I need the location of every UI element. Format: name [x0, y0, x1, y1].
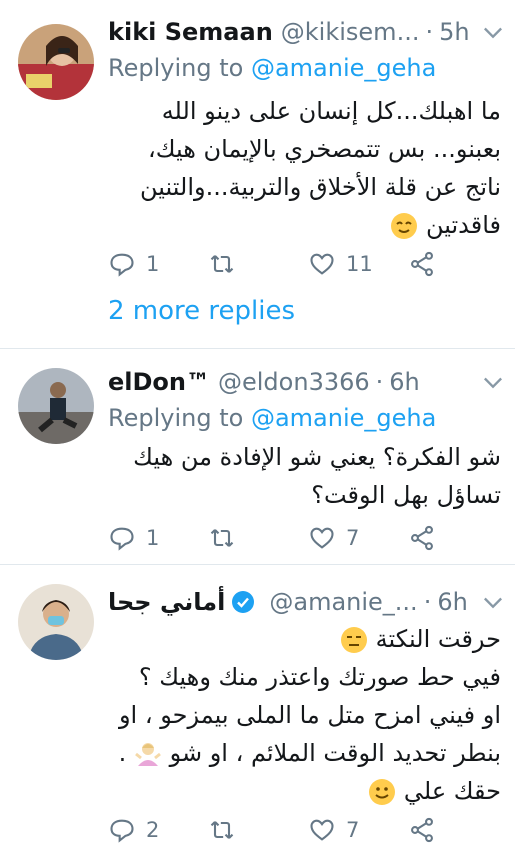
share-icon — [411, 251, 433, 277]
tweet-line: فيي حط صورتك واعتذر منك وهيك ؟ — [138, 663, 501, 691]
heart-icon — [310, 527, 334, 549]
share-button[interactable] — [408, 524, 436, 552]
retweet-button[interactable] — [208, 816, 246, 844]
reply-button[interactable]: 2 — [108, 816, 159, 844]
tweet-line: بنطر تحديد الوقت الملائم ، او شو . — [118, 739, 501, 767]
reply-button[interactable]: 1 — [108, 250, 159, 278]
heart-icon — [310, 253, 334, 275]
tweet-actions: 1 11 — [108, 250, 488, 286]
share-icon — [411, 525, 433, 551]
replying-to: Replying to @amanie_geha — [108, 54, 436, 82]
divider — [0, 348, 515, 349]
tweet-text: ما اهبلك...كل إنسان على دينو الله بعبنو.… — [108, 92, 501, 244]
retweet-icon — [210, 255, 234, 273]
tweet-header: elDon™ @eldon3366 · 6h — [108, 364, 503, 400]
tweet-text: شو الفكرة؟ يعني شو الإفادة من هيك تساؤل … — [108, 438, 501, 514]
chevron-down-icon[interactable] — [479, 18, 507, 46]
user-handle[interactable]: @amanie_... — [269, 588, 417, 616]
tweet-actions: 1 7 — [108, 524, 488, 560]
reply-count: 1 — [146, 526, 160, 550]
divider — [0, 564, 515, 565]
share-button[interactable] — [408, 250, 436, 278]
reply-icon — [110, 527, 134, 551]
tweet-header: kiki Semaan @kikisem... · 5h — [108, 14, 503, 50]
avatar[interactable] — [18, 368, 94, 444]
replying-to-label: Replying to — [108, 404, 244, 432]
tweet-line: ما اهبلك...كل إنسان على دينو الله — [161, 97, 501, 125]
expressionless-face-emoji-icon — [341, 627, 368, 653]
tweet-amanie[interactable]: أماني جحا @amanie_... · 6h حرقت النكتة ف… — [0, 584, 515, 850]
replying-to: Replying to @amanie_geha — [108, 404, 436, 432]
tweet-text: حرقت النكتة فيي حط صورتك واعتذر منك وهيك… — [108, 620, 501, 810]
like-button[interactable]: 11 — [308, 250, 373, 278]
tweet-header: أماني جحا @amanie_... · 6h — [108, 584, 503, 620]
timestamp[interactable]: 6h — [437, 588, 467, 616]
tweet-line: شو الفكرة؟ يعني شو الإفادة من هيك — [133, 443, 501, 471]
verified-badge-icon — [232, 591, 255, 613]
display-name[interactable]: أماني جحا — [108, 588, 225, 616]
tweet-line: ناتج عن قلة الأخلاق والتربية...والتنين — [140, 173, 501, 201]
user-handle[interactable]: @eldon3366 — [218, 368, 370, 396]
more-replies-link[interactable]: 2 more replies — [108, 296, 295, 326]
tweet-line: تساؤل بهل الوقت؟ — [311, 481, 501, 509]
tweet-eldon[interactable]: elDon™ @eldon3366 · 6h Replying to @aman… — [0, 364, 515, 554]
heart-icon — [310, 819, 334, 841]
tweet-line: فاقدتين — [108, 206, 501, 244]
replying-to-label: Replying to — [108, 54, 244, 82]
retweet-button[interactable] — [208, 250, 246, 278]
mention-link[interactable]: @amanie_geha — [251, 404, 436, 432]
like-button[interactable]: 7 — [308, 524, 359, 552]
tweet-line: حرقت النكتة — [108, 620, 501, 658]
slightly-smiling-face-emoji-icon — [369, 779, 396, 805]
share-icon — [411, 817, 433, 843]
like-count: 7 — [346, 526, 360, 550]
retweet-icon — [210, 821, 234, 839]
reply-button[interactable]: 1 — [108, 524, 159, 552]
reply-icon — [110, 819, 134, 843]
display-name[interactable]: kiki Semaan — [108, 18, 273, 46]
chevron-down-icon[interactable] — [479, 368, 507, 396]
tweet-line: حقك علي — [108, 772, 501, 810]
like-count: 11 — [346, 252, 373, 276]
reply-icon — [110, 253, 134, 277]
relieved-face-emoji-icon — [391, 213, 418, 239]
retweet-button[interactable] — [208, 524, 246, 552]
like-button[interactable]: 7 — [308, 816, 359, 844]
timestamp[interactable]: 5h — [439, 18, 469, 46]
tweet-kiki[interactable]: kiki Semaan @kikisem... · 5h Replying to… — [0, 14, 515, 346]
avatar[interactable] — [18, 24, 94, 100]
chevron-down-icon[interactable] — [479, 588, 507, 616]
timestamp[interactable]: 6h — [389, 368, 419, 396]
reply-count: 2 — [146, 818, 160, 842]
retweet-icon — [210, 529, 234, 547]
person-shrugging-emoji-icon — [134, 743, 161, 766]
mention-link[interactable]: @amanie_geha — [251, 54, 436, 82]
share-button[interactable] — [408, 816, 436, 844]
tweet-line: او فيني امزح متل ما الملى بيمزحو ، او — [118, 701, 501, 729]
like-count: 7 — [346, 818, 360, 842]
user-handle[interactable]: @kikisem... — [281, 18, 420, 46]
separator-dot: · — [375, 368, 384, 396]
avatar[interactable] — [18, 584, 94, 660]
display-name[interactable]: elDon™ — [108, 368, 210, 396]
separator-dot: · — [423, 588, 432, 616]
reply-count: 1 — [146, 252, 160, 276]
separator-dot: · — [425, 18, 434, 46]
tweet-line: بعبنو... بس تتمصخري بالإيمان هيك، — [148, 135, 501, 163]
tweet-actions: 2 7 — [108, 816, 488, 852]
